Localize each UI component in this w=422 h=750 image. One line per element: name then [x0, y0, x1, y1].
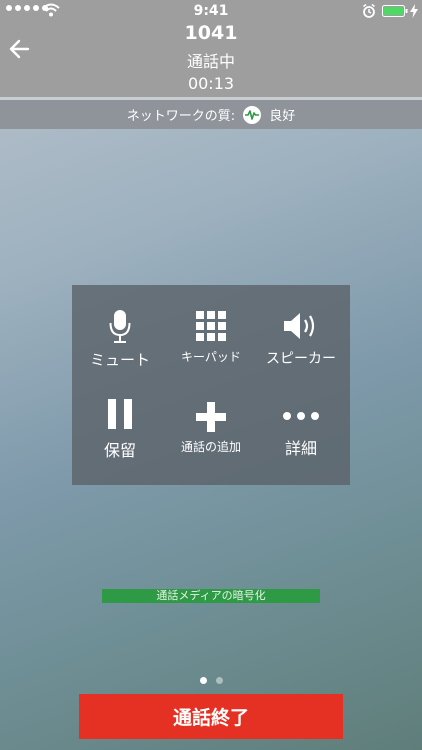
speaker-label: スピーカー: [266, 351, 336, 367]
speaker-icon: [284, 313, 315, 339]
add-call-button[interactable]: 通話の追加: [165, 402, 257, 455]
call-number: 1041: [184, 22, 238, 44]
add-call-label: 通話の追加: [180, 440, 241, 454]
network-quality-label: ネットワークの質:: [126, 109, 236, 124]
hold-button[interactable]: 保留: [74, 399, 166, 461]
encryption-badge: 通話メディアの暗号化: [102, 589, 320, 603]
pause-icon: [108, 399, 132, 429]
page-dot-active[interactable]: [199, 677, 207, 684]
keypad-button[interactable]: キーパッド: [165, 311, 257, 365]
call-status: 通話中: [186, 52, 235, 71]
end-call-button[interactable]: 通話終了: [79, 694, 343, 739]
hold-label: 保留: [103, 441, 136, 460]
details-button[interactable]: 詳細: [255, 411, 347, 459]
page-indicator[interactable]: [0, 677, 422, 684]
network-quality-bar: ネットワークの質: 良好: [0, 100, 422, 129]
charging-icon: [410, 4, 418, 18]
mute-label: ミュート: [89, 351, 150, 369]
battery-icon: [382, 5, 408, 17]
microphone-icon: [109, 310, 131, 343]
call-controls-panel: ミュート キーパッド スピーカー 保留 通話の追加 詳細: [72, 285, 350, 485]
mute-button[interactable]: ミュート: [74, 309, 166, 370]
alarm-icon: [363, 3, 375, 18]
network-pulse-icon: [243, 105, 262, 124]
call-timer: 00:13: [187, 74, 235, 93]
page-dot[interactable]: [215, 677, 223, 684]
keypad-label: キーパッド: [181, 350, 241, 364]
speaker-button[interactable]: スピーカー: [255, 311, 347, 368]
keypad-icon: [196, 311, 226, 341]
more-dots-icon: [283, 412, 319, 420]
network-quality-value: 良好: [269, 109, 296, 124]
status-time: 9:41: [193, 3, 229, 19]
details-label: 詳細: [284, 439, 317, 458]
plus-icon: [196, 402, 226, 432]
